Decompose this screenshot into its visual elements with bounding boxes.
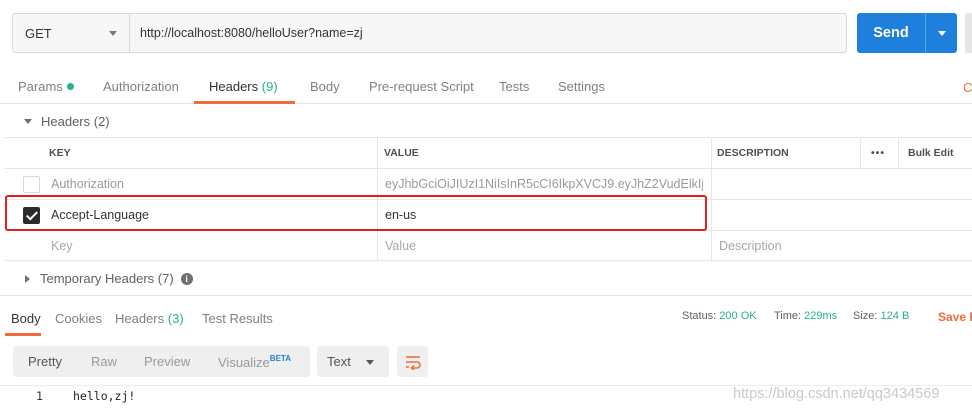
status-info: Status: 200 OK xyxy=(682,310,757,322)
tab-params[interactable]: Params xyxy=(18,79,74,94)
caret-right-icon xyxy=(25,274,30,283)
active-tab-indicator xyxy=(5,333,41,336)
watermark-text: https://blog.csdn.net/qq3434569 xyxy=(733,386,940,402)
response-tabs: Body Cookies Headers (3) Test Results St… xyxy=(0,295,972,336)
new-key-input[interactable]: Key xyxy=(51,231,73,260)
view-preview-button[interactable]: Preview xyxy=(144,354,190,369)
header-value-cell[interactable]: en-us xyxy=(385,200,416,230)
size-value: 124 B xyxy=(880,310,910,322)
cookies-link[interactable]: C xyxy=(963,80,972,95)
request-tabs: Params Authorization Headers (9) Body Pr… xyxy=(0,68,972,104)
column-header-description: DESCRIPTION xyxy=(717,147,789,159)
visualize-label: Visualize xyxy=(218,355,270,370)
tab-label: Authorization xyxy=(103,79,179,94)
temporary-headers-toggle[interactable]: Temporary Headers (7) i xyxy=(25,271,193,286)
table-row-new: Key Value Description xyxy=(5,230,972,261)
new-value-input[interactable]: Value xyxy=(385,231,416,260)
size-label: Size: xyxy=(853,310,878,322)
tab-label: Tests xyxy=(499,79,530,94)
save-button-edge[interactable] xyxy=(965,13,972,53)
view-pretty-button[interactable]: Pretty xyxy=(28,354,62,369)
tab-response-headers[interactable]: Headers (3) xyxy=(115,311,184,326)
row-checkbox-checked[interactable] xyxy=(23,207,40,224)
tab-count: (9) xyxy=(261,79,278,94)
send-dropdown-button[interactable] xyxy=(926,13,957,53)
chevron-down-icon xyxy=(109,31,117,36)
row-checkbox[interactable] xyxy=(23,176,40,193)
method-label: GET xyxy=(25,25,52,41)
tab-label: Params xyxy=(18,79,63,94)
tab-label: Body xyxy=(310,79,340,94)
header-value-cell[interactable]: eyJhbGciOiJIUzI1NiIsInR5cCI6IkpXVCJ9.eyJ… xyxy=(385,169,703,199)
view-visualize-button[interactable]: VisualizeBETA xyxy=(218,354,291,370)
method-select[interactable]: GET xyxy=(13,14,130,52)
code-line: hello,zj! xyxy=(73,389,136,403)
tab-headers[interactable]: Headers (9) xyxy=(209,79,278,94)
send-button-group: Send xyxy=(857,13,957,53)
tab-label: Pre-request Script xyxy=(369,79,474,94)
time-label: Time: xyxy=(774,310,802,322)
headers-section-title: Headers (2) xyxy=(41,114,110,129)
beta-badge: BETA xyxy=(269,354,291,363)
size-info: Size: 124 B xyxy=(853,310,909,322)
tab-label: Headers xyxy=(115,311,165,326)
tab-label: Headers xyxy=(209,79,259,94)
wrap-lines-icon xyxy=(405,355,421,370)
tab-body[interactable]: Body xyxy=(310,79,340,94)
column-header-value: VALUE xyxy=(384,147,419,159)
headers-section-toggle[interactable]: Headers (2) xyxy=(24,114,110,129)
chevron-down-icon xyxy=(937,30,946,36)
table-header-row: KEY VALUE DESCRIPTION ••• Bulk Edit xyxy=(5,137,972,168)
table-row: Accept-Language en-us xyxy=(5,199,972,230)
new-description-input[interactable]: Description xyxy=(719,231,782,260)
tab-settings[interactable]: Settings xyxy=(558,79,605,94)
tab-test-results[interactable]: Test Results xyxy=(202,311,273,326)
chevron-down-icon xyxy=(366,360,374,365)
active-tab-indicator xyxy=(194,101,295,104)
params-indicator-dot xyxy=(66,83,74,90)
tab-response-cookies[interactable]: Cookies xyxy=(55,311,102,326)
status-label: Status: xyxy=(682,310,717,322)
column-header-key: KEY xyxy=(49,147,71,159)
tab-tests[interactable]: Tests xyxy=(499,79,529,94)
time-value: 229ms xyxy=(804,310,838,322)
tab-count: (3) xyxy=(167,311,184,326)
send-button[interactable]: Send xyxy=(857,13,926,53)
caret-down-icon xyxy=(24,119,32,124)
tab-pre-request-script[interactable]: Pre-request Script xyxy=(369,79,474,94)
header-key-cell[interactable]: Authorization xyxy=(51,169,371,199)
tab-authorization[interactable]: Authorization xyxy=(103,79,179,94)
table-row: Authorization eyJhbGciOiJIUzI1NiIsInR5cC… xyxy=(5,168,972,199)
bulk-edit-button[interactable]: Bulk Edit xyxy=(908,138,954,168)
header-key-cell[interactable]: Accept-Language xyxy=(51,200,149,230)
temporary-headers-title: Temporary Headers (7) xyxy=(40,271,174,286)
info-icon[interactable]: i xyxy=(180,272,193,285)
status-value: 200 OK xyxy=(719,310,757,322)
more-options-icon[interactable]: ••• xyxy=(871,138,885,168)
tab-response-body[interactable]: Body xyxy=(11,311,41,326)
url-text: http://localhost:8080/helloUser?name=zj xyxy=(140,26,363,40)
view-mode-group: Pretty Raw Preview VisualizeBETA xyxy=(13,346,310,377)
url-input[interactable]: http://localhost:8080/helloUser?name=zj xyxy=(130,14,846,52)
wrap-lines-button[interactable] xyxy=(397,346,428,377)
format-select[interactable]: Text xyxy=(317,346,389,377)
line-number: 1 xyxy=(36,389,43,403)
headers-table: KEY VALUE DESCRIPTION ••• Bulk Edit Auth… xyxy=(5,137,972,261)
save-response-button[interactable]: Save R xyxy=(938,310,972,324)
time-info: Time: 229ms xyxy=(774,310,837,322)
format-value: Text xyxy=(327,354,351,369)
request-bar: GET http://localhost:8080/helloUser?name… xyxy=(12,13,847,53)
view-raw-button[interactable]: Raw xyxy=(91,354,117,369)
tab-label: Settings xyxy=(558,79,605,94)
